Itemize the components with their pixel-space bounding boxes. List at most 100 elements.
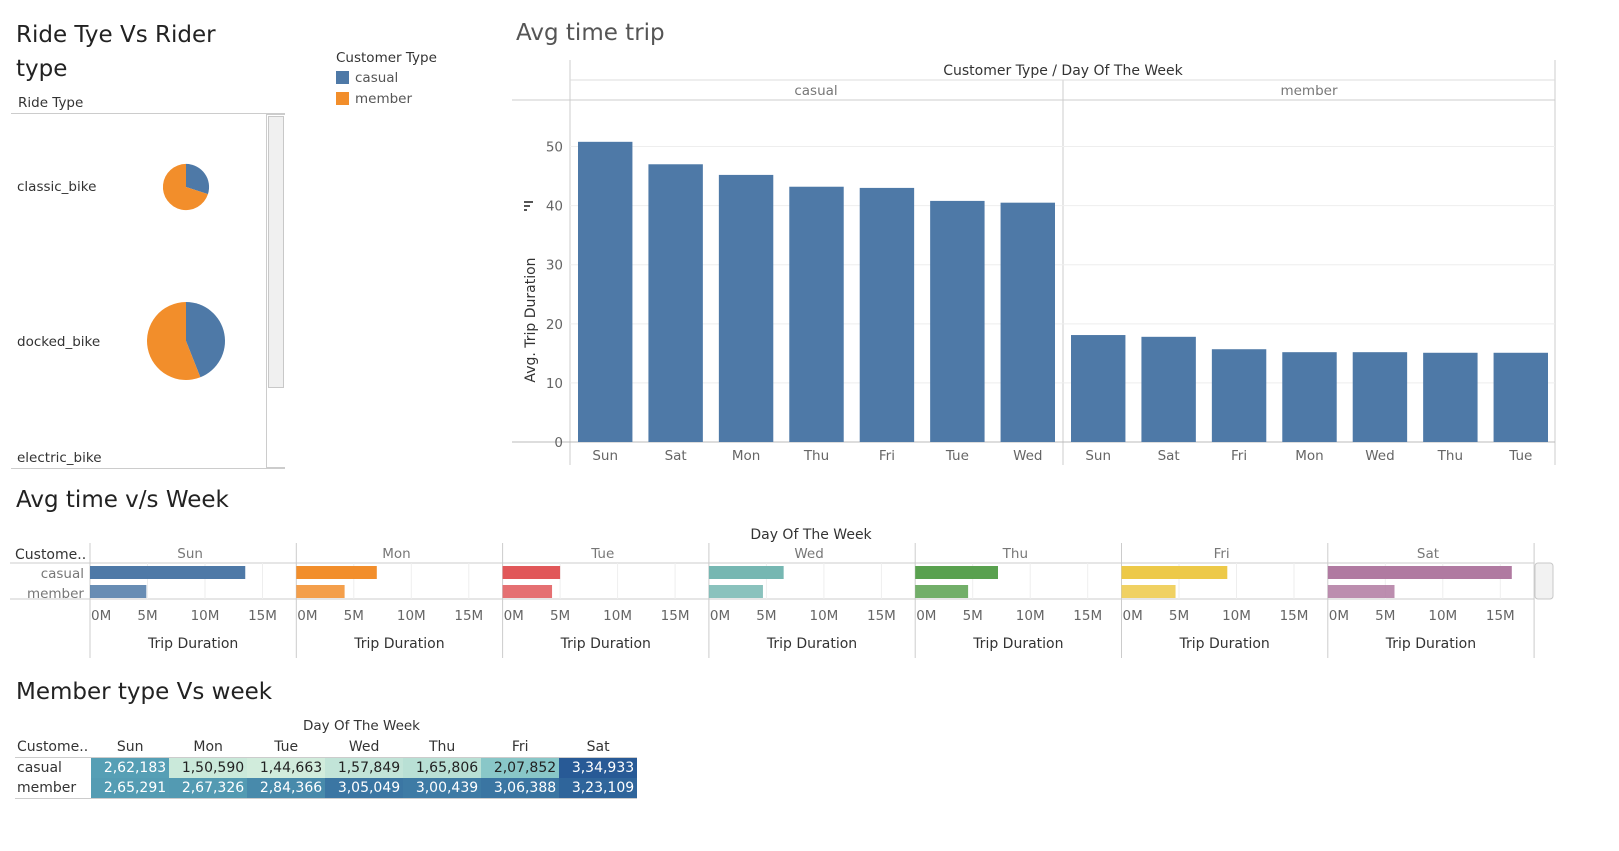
avg-time-chart: Customer Type / Day Of The Week casual m… (512, 60, 1556, 465)
y-tick-label: 0 (554, 435, 563, 451)
pie-svg (147, 163, 226, 380)
heat-cell[interactable]: 3,34,933 (559, 757, 638, 778)
bar-member-tue[interactable] (1493, 352, 1548, 442)
week-bar-member-sat[interactable] (1327, 585, 1395, 598)
week-axis-title: Trip Duration (353, 636, 444, 652)
bar-member-fri[interactable] (1211, 349, 1267, 442)
week-axis-title: Trip Duration (1385, 636, 1476, 652)
bar-member-mon[interactable] (1282, 352, 1337, 442)
heat-row-member: member 2,65,291 2,67,326 2,84,366 3,05,0… (15, 778, 638, 799)
week-day-header: Sun (177, 546, 203, 562)
x-tick-label: Fri (1231, 448, 1247, 464)
week-bar-casual-sun[interactable] (90, 566, 246, 579)
x-tick-label: Wed (1365, 448, 1394, 464)
week-axis-title: Trip Duration (766, 636, 857, 652)
heat-header-row: Custome.. Sun Mon Tue Wed Thu Fri Sat (15, 737, 637, 758)
bar-casual-tue[interactable] (930, 200, 985, 442)
bar-casual-sat[interactable] (648, 164, 703, 442)
week-x-tick: 5M (1169, 608, 1189, 624)
week-bar-casual-sat[interactable] (1327, 566, 1512, 579)
heat-cell[interactable]: 2,84,366 (247, 778, 326, 799)
bar-member-wed[interactable] (1352, 352, 1408, 442)
week-bar-casual-tue[interactable] (502, 566, 561, 579)
sort-icon[interactable] (524, 201, 533, 211)
bar-member-sat[interactable] (1141, 336, 1196, 442)
week-bar-casual-fri[interactable] (1121, 566, 1228, 579)
heat-cell[interactable]: 1,50,590 (169, 757, 248, 778)
y-tick-label: 50 (546, 140, 563, 156)
week-bar-member-fri[interactable] (1121, 585, 1176, 598)
week-bar-member-thu[interactable] (915, 585, 969, 598)
week-bar-casual-thu[interactable] (915, 566, 998, 579)
legend-item-member[interactable]: member (336, 90, 437, 108)
x-tick-label: Mon (732, 448, 760, 464)
week-x-tick: 10M (809, 608, 838, 624)
heat-cell[interactable]: 2,62,183 (91, 757, 170, 778)
week-bar-member-tue[interactable] (502, 585, 553, 598)
heat-cell[interactable]: 2,67,326 (169, 778, 248, 799)
week-bar-casual-mon[interactable] (296, 566, 377, 579)
week-x-tick: 5M (756, 608, 776, 624)
x-tick-label: Sat (1158, 448, 1180, 464)
week-bar-member-wed[interactable] (708, 585, 763, 598)
week-day-header: Mon (382, 546, 410, 562)
bar-casual-mon[interactable] (718, 174, 774, 442)
pie-row-header: Ride Type (18, 95, 84, 111)
week-x-tick: 10M (1016, 608, 1045, 624)
week-x-tick: 15M (1280, 608, 1309, 624)
bar-casual-sun[interactable] (578, 141, 633, 442)
week-x-tick: 0M (91, 608, 111, 624)
heat-cell[interactable]: 1,44,663 (247, 757, 326, 778)
heat-col-header: Mon (193, 739, 223, 755)
week-x-tick: 5M (963, 608, 983, 624)
pie-scrollbar-thumb[interactable] (268, 116, 284, 388)
legend-label: casual (355, 70, 399, 86)
heat-row-casual: casual 2,62,183 1,50,590 1,44,663 1,57,8… (15, 757, 638, 778)
heat-cell[interactable]: 3,23,109 (559, 778, 638, 799)
heat-cell[interactable]: 1,65,806 (403, 757, 482, 778)
pie-scrollbar[interactable] (266, 114, 285, 468)
bar-member-sun[interactable] (1071, 335, 1126, 442)
group-header-casual: casual (794, 83, 837, 99)
bar-casual-fri[interactable] (859, 187, 915, 442)
week-scrollbar[interactable] (1534, 562, 1554, 600)
heat-table: Custome.. Sun Mon Tue Wed Thu Fri Sat ca… (15, 737, 638, 799)
week-day-header: Wed (794, 546, 823, 562)
week-x-tick: 5M (344, 608, 364, 624)
heat-cell[interactable]: 3,00,439 (403, 778, 482, 799)
heat-col-header: Tue (274, 739, 299, 755)
week-day-header: Thu (1002, 546, 1028, 562)
week-x-tick: 10M (397, 608, 426, 624)
week-bar-member-mon[interactable] (296, 585, 345, 598)
bar-member-thu[interactable] (1423, 352, 1478, 442)
heat-cell[interactable]: 1,57,849 (325, 757, 404, 778)
heat-col-header: Sat (586, 739, 610, 755)
week-x-tick: 10M (191, 608, 220, 624)
week-x-tick: 0M (297, 608, 317, 624)
table-title: Member type Vs week (16, 679, 273, 705)
week-x-tick: 0M (1123, 608, 1143, 624)
legend-item-casual[interactable]: casual (336, 69, 437, 87)
x-tick-label: Mon (1295, 448, 1323, 464)
week-x-tick: 0M (1329, 608, 1349, 624)
heat-cell[interactable]: 3,05,049 (325, 778, 404, 799)
pie-title: Ride Tye Vs Rider type (16, 22, 216, 82)
week-day-header: Fri (1214, 546, 1230, 562)
heat-col-header: Thu (429, 739, 456, 755)
bar-casual-wed[interactable] (1000, 202, 1055, 442)
x-tick-label: Tue (1508, 448, 1532, 464)
week-x-tick: 5M (550, 608, 570, 624)
week-bar-member-sun[interactable] (90, 585, 147, 598)
heat-cell[interactable]: 2,65,291 (91, 778, 170, 799)
week-bar-casual-wed[interactable] (708, 566, 784, 579)
heat-cell[interactable]: 3,06,388 (481, 778, 560, 799)
week-row-header: Custome.. (15, 547, 86, 563)
week-x-tick: 10M (603, 608, 632, 624)
week-header: Day Of The Week (750, 527, 872, 543)
y-tick-label: 10 (546, 376, 563, 392)
x-tick-label: Thu (1437, 448, 1463, 464)
week-x-tick: 15M (248, 608, 277, 624)
week-chart: Day Of The Week Custome.. casual member … (10, 527, 1554, 658)
bar-casual-thu[interactable] (789, 186, 844, 442)
heat-cell[interactable]: 2,07,852 (481, 757, 560, 778)
